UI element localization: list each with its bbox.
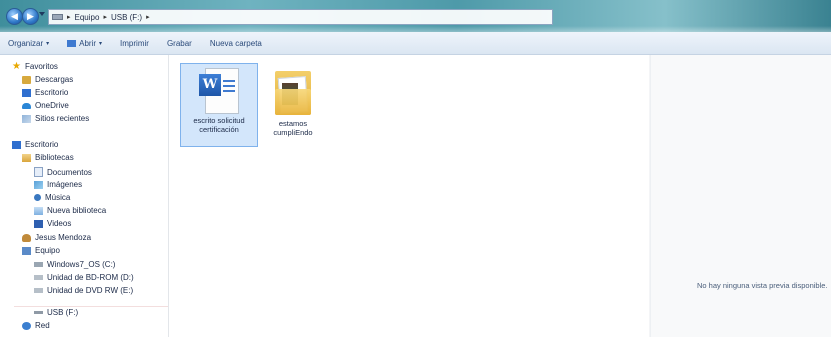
sidebar-item-libraries[interactable]: Bibliotecas [22,153,74,162]
open-button[interactable]: Abrir ▾ [67,39,102,48]
organize-button[interactable]: Organizar ▾ [8,39,49,48]
sidebar-item-usb[interactable]: USB (F:) [34,308,78,317]
forward-button[interactable]: ▶ [22,8,39,25]
folder-icon [271,67,315,117]
desktop-icon [12,140,21,149]
print-button[interactable]: Imprimir [120,39,149,48]
usb-drive-icon [34,311,43,314]
sidebar-item-label: Equipo [35,246,60,255]
libraries-icon [22,153,31,162]
cloud-icon [22,102,31,109]
sidebar-item-videos[interactable]: Videos [34,219,71,228]
library-icon [34,206,43,215]
file-name-line: estamos [278,119,308,128]
navigation-pane: ★ Favoritos Descargas Escritorio OneDriv… [0,55,169,337]
breadcrumb-equipo[interactable]: Equipo [75,13,100,22]
print-label: Imprimir [120,38,149,48]
address-bar[interactable]: ▸ Equipo ▸ USB (F:) ▸ [48,9,553,25]
file-name-line: certificación [199,125,239,134]
user-folder-icon [22,233,31,242]
downloads-folder-icon [22,75,31,84]
sidebar-item-documents[interactable]: Documentos [34,167,92,177]
chevron-down-icon: ▾ [46,40,50,47]
sidebar-item-label: Escritorio [35,88,69,97]
sidebar-item-downloads[interactable]: Descargas [22,75,73,84]
music-icon [34,194,41,201]
preview-pane: No hay ninguna vista previa disponible. [650,55,831,337]
sidebar-item-label: Unidad de DVD RW (E:) [47,286,134,295]
sidebar-item-computer[interactable]: Equipo [22,246,60,255]
breadcrumb-separator: ▸ [103,14,107,21]
sidebar-item-drive-e[interactable]: Unidad de DVD RW (E:) [34,286,133,295]
breadcrumb-usb[interactable]: USB (F:) [111,13,142,22]
sidebar-item-label: OneDrive [35,101,69,110]
file-name-line: escrito solicitud [193,116,245,125]
sidebar-item-label: Imágenes [47,180,83,189]
sidebar-item-new-library[interactable]: Nueva biblioteca [34,206,106,215]
optical-drive-icon [34,288,43,293]
file-list: W escrito solicitud certificación estamo… [169,55,649,337]
sidebar-item-recent-places[interactable]: Sitios recientes [22,114,89,123]
breadcrumb-separator[interactable]: ▸ [146,13,150,21]
sidebar-item-label: Jesus Mendoza [35,233,92,242]
sidebar-item-label: USB (F:) [47,308,79,317]
sidebar-item-label: Nueva biblioteca [47,206,107,215]
back-button[interactable]: ◀ [6,8,23,25]
new-folder-button[interactable]: Nueva carpeta [210,39,262,48]
network-icon [22,321,31,330]
sidebar-item-drive-c[interactable]: Windows7_OS (C:) [34,260,115,269]
sidebar-item-label: Favoritos [25,62,58,71]
sidebar-item-label: Videos [47,219,72,228]
preview-message: No hay ninguna vista previa disponible. [697,281,828,290]
file-name-line: cumpliEndo [273,128,313,137]
star-icon: ★ [12,60,21,72]
pictures-icon [34,180,43,189]
sidebar-item-desktop[interactable]: Escritorio [12,140,58,149]
sidebar-item-drive-d[interactable]: Unidad de BD-ROM (D:) [34,273,134,282]
sidebar-item-label: Unidad de BD-ROM (D:) [47,273,134,282]
sidebar-item-label: Música [45,193,71,202]
breadcrumb-separator: ▸ [67,14,71,21]
sidebar-item-label: Red [35,321,50,330]
recent-places-icon [22,114,31,123]
drive-icon [52,14,63,20]
command-bar: Organizar ▾ Abrir ▾ Imprimir Grabar Nuev… [0,32,831,55]
organize-label: Organizar [8,38,44,48]
folder-item[interactable]: estamos cumpliEndo [255,63,331,145]
videos-icon [34,219,43,228]
sidebar-item-label: Sitios recientes [35,114,90,123]
sidebar-item-user[interactable]: Jesus Mendoza [22,233,91,242]
recent-pages-dropdown[interactable] [39,12,45,16]
sidebar-item-favorites[interactable]: ★ Favoritos [12,60,58,72]
burn-button[interactable]: Grabar [167,39,192,48]
sidebar-item-pictures[interactable]: Imágenes [34,180,82,189]
open-label: Abrir [79,38,97,48]
hard-drive-icon [34,262,43,267]
sidebar-item-label: Escritorio [25,140,59,149]
sidebar-item-label: Bibliotecas [35,153,74,162]
sidebar-item-label: Windows7_OS (C:) [47,260,116,269]
new-folder-label: Nueva carpeta [209,38,262,48]
chevron-down-icon: ▾ [99,40,103,47]
file-item[interactable]: W escrito solicitud certificación [180,63,258,147]
word-document-icon: W [199,68,239,114]
sidebar-item-onedrive[interactable]: OneDrive [22,101,69,110]
sidebar-item-label: Descargas [35,75,74,84]
sidebar-item-label: Documentos [47,167,92,177]
word-icon [67,39,77,47]
address-bar-area: ◀ ▶ ▸ Equipo ▸ USB (F:) ▸ [0,0,831,32]
documents-icon [34,167,43,177]
sidebar-item-desktop-fav[interactable]: Escritorio [22,88,68,97]
sidebar-item-music[interactable]: Música [34,193,70,202]
computer-icon [22,246,31,255]
desktop-icon [22,88,31,97]
burn-label: Grabar [166,38,192,48]
sidebar-item-network[interactable]: Red [22,321,50,330]
optical-drive-icon [34,275,43,280]
